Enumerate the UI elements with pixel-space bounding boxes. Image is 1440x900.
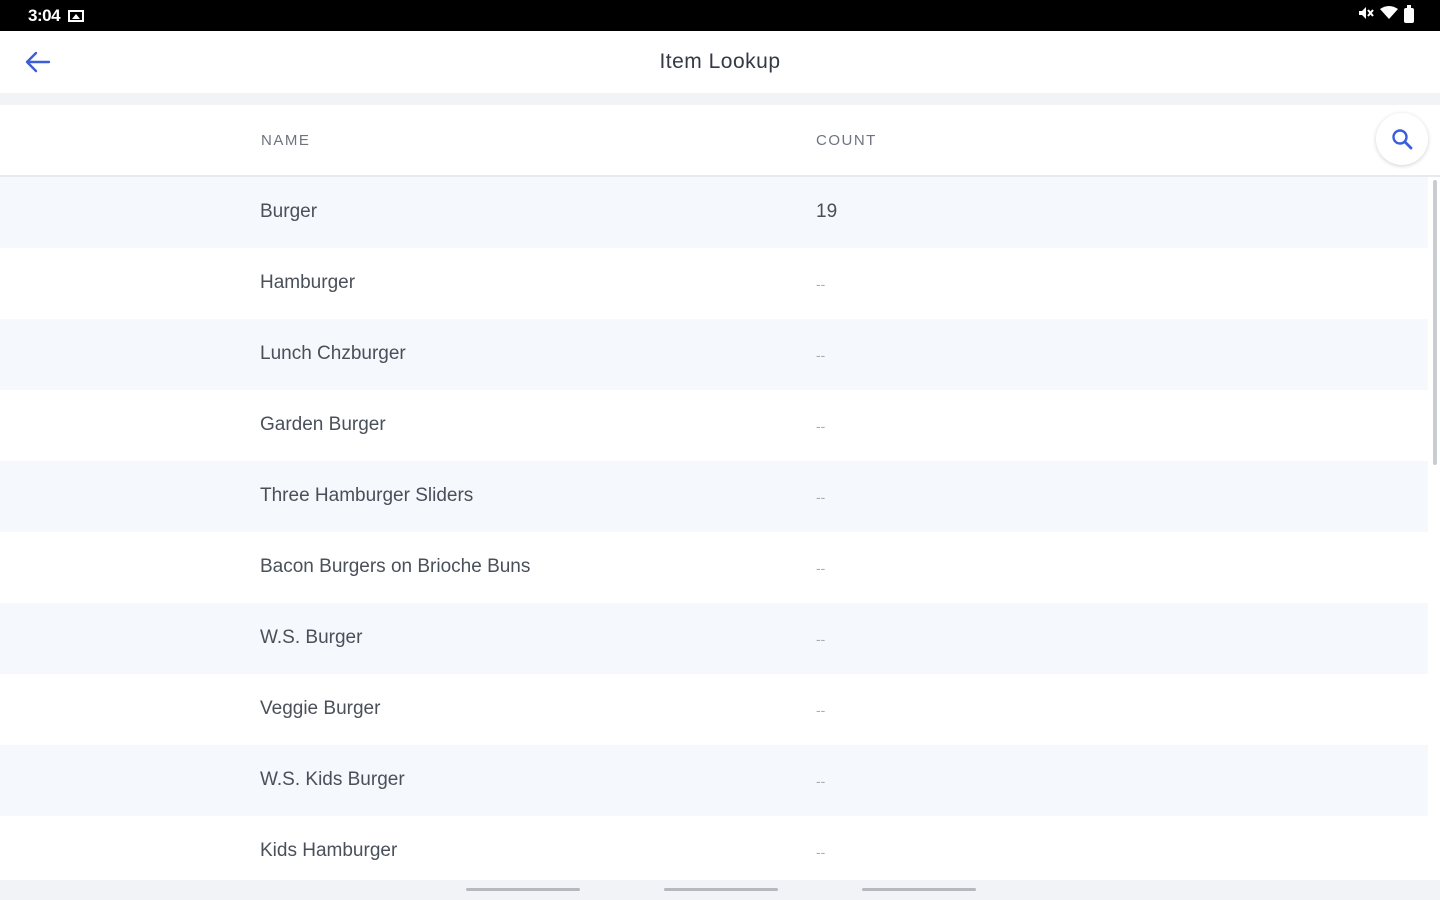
item-count: -- [816, 844, 826, 860]
column-header-count[interactable]: COUNT [816, 132, 877, 149]
item-name: Lunch Chzburger [260, 343, 406, 364]
header-divider [0, 93, 1440, 105]
item-name: Bacon Burgers on Brioche Buns [260, 556, 531, 577]
item-count: -- [816, 418, 826, 434]
table-row[interactable]: Garden Burger -- [0, 390, 1428, 461]
item-count: -- [816, 489, 826, 505]
bottom-handle[interactable] [466, 888, 580, 891]
bottom-handle[interactable] [664, 888, 778, 891]
back-button[interactable] [20, 45, 56, 79]
item-count: -- [816, 773, 826, 789]
item-count: -- [816, 276, 826, 292]
table-row[interactable]: Three Hamburger Sliders -- [0, 461, 1428, 532]
image-icon [68, 9, 85, 22]
table-row[interactable]: Hamburger -- [0, 248, 1428, 319]
item-list[interactable]: Burger 19 Hamburger -- Lunch Chzburger -… [0, 177, 1440, 880]
mute-icon [1358, 6, 1374, 25]
table-row[interactable]: Bacon Burgers on Brioche Buns -- [0, 532, 1428, 603]
bottom-bar [0, 880, 1440, 900]
search-icon [1392, 129, 1413, 150]
column-header-name[interactable]: NAME [261, 132, 310, 149]
table-row[interactable]: W.S. Burger -- [0, 603, 1428, 674]
table-row[interactable]: Lunch Chzburger -- [0, 319, 1428, 390]
item-count: -- [816, 560, 826, 576]
item-name: Garden Burger [260, 414, 386, 435]
arrow-left-icon [25, 51, 51, 73]
item-name: Three Hamburger Sliders [260, 485, 474, 506]
status-time: 3:04 [28, 5, 61, 25]
table-row[interactable]: Kids Hamburger -- [0, 816, 1428, 880]
item-name: Burger [260, 201, 318, 222]
bottom-handle[interactable] [862, 888, 976, 891]
item-name: Hamburger [260, 272, 356, 293]
table-row[interactable]: Veggie Burger -- [0, 674, 1428, 745]
page-title: Item Lookup [659, 50, 781, 73]
status-right [1358, 5, 1440, 25]
item-count: -- [816, 347, 826, 363]
search-button[interactable] [1376, 113, 1428, 165]
item-name: Kids Hamburger [260, 840, 398, 861]
item-count: -- [816, 631, 826, 647]
table-header: NAME COUNT [0, 105, 1440, 177]
item-count: -- [816, 702, 826, 718]
table-row[interactable]: Burger 19 [0, 177, 1428, 248]
item-name: W.S. Kids Burger [260, 769, 405, 790]
battery-icon [1404, 5, 1414, 23]
wifi-icon [1380, 6, 1398, 25]
table-row[interactable]: W.S. Kids Burger -- [0, 745, 1428, 816]
item-count: 19 [816, 201, 838, 222]
item-name: W.S. Burger [260, 627, 363, 648]
scrollbar[interactable] [1433, 180, 1437, 465]
app-bar: Item Lookup [0, 31, 1440, 93]
item-name: Veggie Burger [260, 698, 381, 719]
status-bar: 3:04 [0, 0, 1440, 31]
status-left: 3:04 [0, 5, 85, 26]
